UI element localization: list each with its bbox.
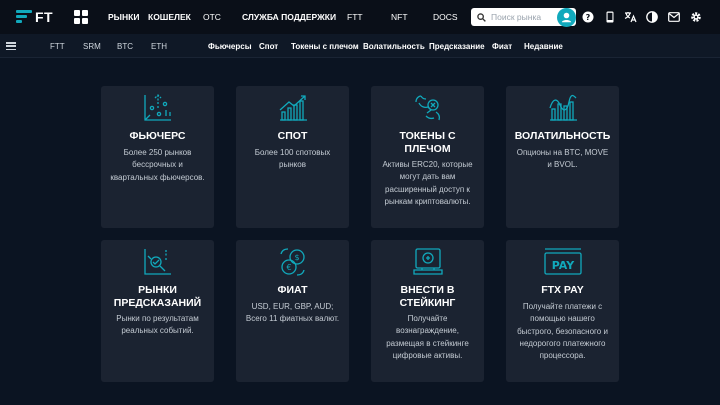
card-description: Получайте платежи с помощью нашего быстр… bbox=[517, 302, 608, 361]
svg-text:?: ? bbox=[586, 13, 591, 22]
subnav-coin-btc[interactable]: BTC bbox=[117, 34, 133, 58]
card-title: ВОЛАТИЛЬНОСТЬ bbox=[514, 130, 611, 142]
subnav-leveraged-tokens[interactable]: Токены с плечом bbox=[291, 34, 359, 58]
logo-text: FT bbox=[35, 9, 54, 25]
subnav-prediction[interactable]: Предсказание bbox=[429, 34, 485, 58]
card-fiat[interactable]: $ € ФИАТ USD, EUR, GBP, AUD; Всего 11 фи… bbox=[236, 240, 349, 382]
card-description: Опционы на BTC, MOVE и BVOL. bbox=[516, 148, 609, 170]
nav-ftt[interactable]: FTT bbox=[347, 0, 363, 34]
top-bar: FT РЫНКИ КОШЕЛЕК OTC СЛУЖБА ПОДДЕРЖКИ FT… bbox=[0, 0, 720, 34]
secondary-nav: FTT SRM BTC ETH Фьючерсы Спот Токены с п… bbox=[0, 34, 720, 58]
prediction-icon bbox=[144, 249, 171, 275]
subnav-volatility[interactable]: Волатильность bbox=[363, 34, 425, 58]
card-title: ФИАТ bbox=[277, 284, 308, 296]
user-avatar-icon[interactable] bbox=[557, 8, 576, 27]
logo-mark-icon bbox=[16, 10, 32, 24]
card-title: СПОТ bbox=[277, 130, 308, 142]
subnav-coin-srm[interactable]: SRM bbox=[83, 34, 101, 58]
card-description: Более 100 спотовых рынков bbox=[254, 148, 331, 170]
ftx-pay-icon: PAY bbox=[544, 248, 582, 275]
card-prediction-markets[interactable]: РЫНКИ ПРЕДСКАЗАНИЙ Рынки по результатам … bbox=[101, 240, 214, 382]
subnav-fiat[interactable]: Фиат bbox=[492, 34, 512, 58]
staking-icon bbox=[413, 248, 443, 275]
logo[interactable]: FT bbox=[16, 8, 53, 26]
search-icon bbox=[477, 12, 486, 22]
card-futures[interactable]: ФЬЮЧЕРС Более 250 рынков бессрочных и кв… bbox=[101, 86, 214, 228]
card-description: Получайте вознаграждение, размещая в сте… bbox=[386, 314, 469, 360]
translate-icon[interactable] bbox=[623, 10, 637, 24]
help-icon[interactable]: ? bbox=[581, 10, 595, 24]
svg-text:€: € bbox=[286, 263, 291, 272]
fiat-exchange-icon: $ € bbox=[280, 248, 305, 276]
card-title: ТОКЕНЫ С ПЛЕЧОМ bbox=[399, 130, 456, 155]
card-title: FTX PAY bbox=[541, 284, 584, 296]
card-leveraged-tokens[interactable]: ТОКЕНЫ С ПЛЕЧОМ Активы ERC20, которые мо… bbox=[371, 86, 484, 228]
subnav-futures[interactable]: Фьючерсы bbox=[208, 34, 252, 58]
card-staking[interactable]: ВНЕСТИ В СТЕЙКИНГ Получайте вознагражден… bbox=[371, 240, 484, 382]
nav-docs[interactable]: DOCS bbox=[433, 0, 458, 34]
card-title: РЫНКИ ПРЕДСКАЗАНИЙ bbox=[113, 284, 202, 309]
card-spot[interactable]: СПОТ Более 100 спотовых рынков bbox=[236, 86, 349, 228]
svg-text:PAY: PAY bbox=[552, 259, 576, 272]
mail-icon[interactable] bbox=[667, 10, 681, 24]
card-title: ВНЕСТИ В СТЕЙКИНГ bbox=[399, 284, 456, 309]
menu-hamburger-icon[interactable] bbox=[6, 42, 16, 50]
subnav-recent[interactable]: Недавние bbox=[524, 34, 563, 58]
svg-text:$: $ bbox=[294, 253, 299, 262]
card-description: Активы ERC20, которые могут дать вам рас… bbox=[382, 160, 473, 206]
card-title: ФЬЮЧЕРС bbox=[129, 130, 186, 142]
subnav-coin-eth[interactable]: ETH bbox=[151, 34, 167, 58]
spot-chart-icon bbox=[279, 95, 307, 121]
subnav-coin-ftt[interactable]: FTT bbox=[50, 34, 65, 58]
mobile-app-icon[interactable] bbox=[603, 10, 617, 24]
card-description: Более 250 рынков бессрочных и квартальны… bbox=[110, 148, 205, 182]
futures-icon bbox=[144, 94, 171, 121]
card-volatility[interactable]: ВОЛАТИЛЬНОСТЬ Опционы на BTC, MOVE и BVO… bbox=[506, 86, 619, 228]
nav-nft[interactable]: NFT bbox=[391, 0, 408, 34]
nav-support[interactable]: СЛУЖБА ПОДДЕРЖКИ bbox=[242, 0, 336, 34]
bull-bear-icon bbox=[415, 95, 441, 121]
search-input[interactable] bbox=[491, 12, 561, 22]
nav-wallet[interactable]: КОШЕЛЕК bbox=[148, 0, 191, 34]
theme-toggle-icon[interactable] bbox=[645, 10, 659, 24]
nav-markets[interactable]: РЫНКИ bbox=[108, 0, 139, 34]
settings-gear-icon[interactable] bbox=[689, 10, 703, 24]
card-description: USD, EUR, GBP, AUD; Всего 11 фиатных вал… bbox=[245, 302, 340, 324]
subnav-spot[interactable]: Спот bbox=[259, 34, 278, 58]
volatility-icon bbox=[549, 94, 577, 121]
nav-otc[interactable]: OTC bbox=[203, 0, 221, 34]
card-description: Рынки по результатам реальных событий. bbox=[116, 314, 199, 336]
card-ftx-pay[interactable]: PAY FTX PAY Получайте платежи с помощью … bbox=[506, 240, 619, 382]
apps-grid-icon[interactable] bbox=[74, 10, 88, 24]
